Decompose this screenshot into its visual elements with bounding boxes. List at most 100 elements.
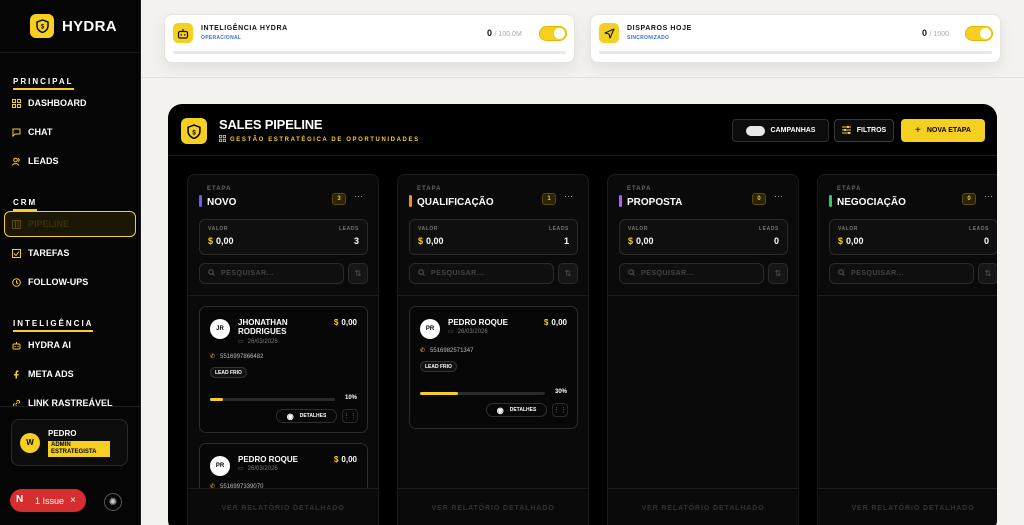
page-title: SALES PIPELINE [219,117,323,132]
stage-leads-count: 0 [983,236,989,246]
lead-progress-fill [210,398,223,401]
shipments-current: 0 [922,28,928,38]
lead-date-text: 26/03/2026 [247,338,278,345]
sidebar-item-pipeline[interactable]: PIPELINE [4,211,136,237]
more-options-icon[interactable]: ··· [984,191,993,201]
stage-label: ETAPA [207,186,232,192]
user-role-badge: ADMIN ESTRATEGISTA [48,440,110,457]
intelligence-toggle[interactable] [539,26,567,41]
stage-color-indicator [619,195,622,207]
lead-progress-fill [420,392,458,395]
details-label: DETALHES [299,413,327,419]
lead-progress-bar [420,392,545,395]
campaigns-toggle-button[interactable]: CAMPANHAS [732,119,829,142]
shipments-toggle[interactable] [965,26,993,41]
dollar-icon: $ [543,318,549,327]
filters-button[interactable]: FILTROS [834,119,894,142]
stage-filter-button[interactable]: ⇅ [348,263,368,284]
report-link[interactable]: VER RELATÓRIO DETALHADO [398,488,588,525]
stage-search-input[interactable]: PESQUISAR... [829,263,974,284]
report-link[interactable]: VER RELATÓRIO DETALHADO [608,488,798,525]
stage-stats: VALOR $0,00 LEADS 0 [829,219,997,255]
lead-amount-value: 0,00 [341,455,357,464]
value-label: VALOR [418,226,439,232]
lead-tag: LEAD FRIO [210,367,247,378]
sidebar-item-label: HYDRA AI [28,340,71,350]
lead-amount: $0,00 [334,455,357,464]
drag-handle-icon[interactable]: ⋮⋮ [552,403,568,417]
lead-card[interactable]: PR PEDRO ROQUE ▭ 26/03/2026 $0,00 ✆ 551699… [199,443,368,488]
more-options-icon[interactable]: ··· [564,191,573,201]
user-name: PEDRO [48,428,77,438]
nav-group-crm: PIPELINE TAREFAS FOLLOW-UPS [0,211,141,295]
report-link[interactable]: VER RELATÓRIO DETALHADO [818,488,997,525]
calendar-icon: ▭ [448,329,454,335]
stage-search-input[interactable]: PESQUISAR... [619,263,764,284]
user-profile-card[interactable]: W PEDRO ADMIN ESTRATEGISTA [11,419,128,466]
sidebar-item-hydra-ai[interactable]: HYDRA AI [0,332,141,358]
sidebar-item-label: LEADS [28,156,59,166]
sidebar-item-label: FOLLOW-UPS [28,277,89,287]
new-stage-button[interactable]: + NOVA ETAPA [901,119,985,142]
sidebar-item-tarefas[interactable]: TAREFAS [0,240,141,266]
pipeline-shield-icon: $ [181,118,207,144]
details-button[interactable]: ◉ DETALHES [486,403,547,417]
section-label: PRINCIPAL [13,77,74,90]
theme-toggle-button[interactable]: ✺ [104,493,122,511]
sidebar-item-meta-ads[interactable]: META ADS [0,361,141,387]
lead-date: ▭ 26/03/2026 [238,338,278,346]
sidebar-item-chat[interactable]: CHAT [0,119,141,145]
sidebar: $ HYDRA PRINCIPAL DASHBOARD CHAT LEADS C… [0,0,141,525]
filter-icon: ⇅ [984,269,992,278]
issue-badge[interactable]: N 1 Issue × [10,489,86,512]
hydra-logo-icon: $ [30,14,54,38]
dollar-icon: $ [333,455,339,464]
details-button[interactable]: ◉ DETALHES [276,409,337,423]
column-divider [188,295,378,296]
report-link[interactable]: VER RELATÓRIO DETALHADO [188,488,378,525]
stage-search-input[interactable]: PESQUISAR... [199,263,344,284]
pipeline-column-proposta: ETAPA PROPOSTA 0 ··· VALOR $0,00 LEADS 0… [607,174,799,525]
stage-stats: VALOR $0,00 LEADS 3 [199,219,368,255]
drag-handle-icon[interactable]: ⋮⋮ [342,409,358,423]
stage-count-badge: 0 [962,193,976,205]
sidebar-item-label: META ADS [28,369,74,379]
value-label: VALOR [628,226,649,232]
lead-date: ▭ 26/03/2026 [238,465,278,473]
close-icon[interactable]: × [70,495,76,506]
lead-card[interactable]: PR PEDRO ROQUE ▭ 26/03/2026 $0,00 ✆ 551698… [409,306,578,429]
stage-filter-button[interactable]: ⇅ [978,263,997,284]
brand-name: HYDRA [62,17,117,35]
more-options-icon[interactable]: ··· [354,191,363,201]
lead-phone-number: 5516982571347 [430,347,474,354]
stage-stats: VALOR $0,00 LEADS 1 [409,219,578,255]
stage-value: $0,00 [418,236,444,246]
brand[interactable]: $ HYDRA [0,0,140,53]
leads-label: LEADS [339,226,359,232]
sidebar-item-follow-ups[interactable]: FOLLOW-UPS [0,269,141,295]
eye-icon: ◉ [496,405,504,415]
lead-avatar: PR [210,456,230,476]
more-options-icon[interactable]: ··· [774,191,783,201]
user-info: PEDRO ADMIN ESTRATEGISTA [48,429,110,457]
card-subtitle: SINCRONIZADO [627,35,670,41]
hydra-intelligence-card: INTELIGÊNCIA HYDRA OPERACIONAL 0 / 100.0… [164,14,575,63]
nav-group-principal: DASHBOARD CHAT LEADS [0,90,141,174]
lead-amount-value: 0,00 [551,318,567,327]
stage-search-input[interactable]: PESQUISAR... [409,263,554,284]
dollar-icon: $ [838,236,844,246]
lead-card[interactable]: JR JHONATHAN RODRIGUES ▭ 26/03/2026 $0,00… [199,306,368,433]
stage-filter-button[interactable]: ⇅ [768,263,788,284]
filter-icon: ⇅ [774,269,782,278]
search-placeholder: PESQUISAR... [851,270,905,277]
sidebar-item-dashboard[interactable]: DASHBOARD [0,90,141,116]
sidebar-item-label: TAREFAS [28,248,70,258]
sidebar-item-label: PIPELINE [28,219,70,229]
search-icon [838,269,845,278]
stage-filter-button[interactable]: ⇅ [558,263,578,284]
stage-leads-count: 0 [773,236,779,246]
stage-value-amount: 0,00 [426,236,444,246]
campaigns-toggle[interactable] [745,125,765,136]
sidebar-item-leads[interactable]: LEADS [0,148,141,174]
section-crm-title: CRM [0,192,38,211]
